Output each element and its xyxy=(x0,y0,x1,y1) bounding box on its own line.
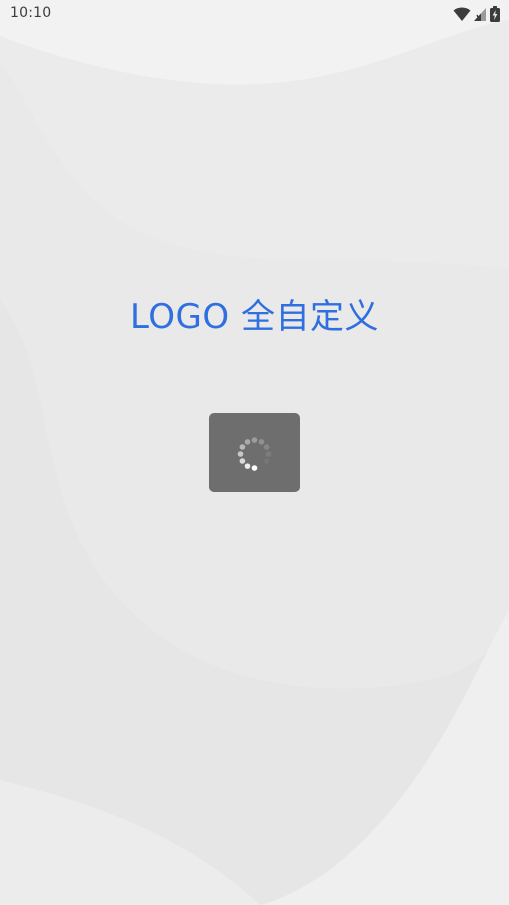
loading-spinner-icon xyxy=(237,437,272,471)
spinner-dot xyxy=(239,458,246,464)
status-icons xyxy=(453,5,501,23)
spinner-dot xyxy=(265,451,272,457)
spinner-dot xyxy=(258,463,265,469)
logo-text: LOGO 全自定义 xyxy=(130,297,379,337)
spinner-dot xyxy=(251,437,258,443)
spinner-dot xyxy=(244,463,251,469)
status-bar: 10:10 xyxy=(0,0,509,28)
spinner-dot xyxy=(251,465,258,471)
cell-signal-icon xyxy=(474,8,486,21)
splash-screen: 10:10 LOGO 全自定义 xyxy=(0,0,509,905)
status-time: 10:10 xyxy=(10,5,52,21)
spinner-dot xyxy=(237,451,244,457)
spinner-dot xyxy=(244,439,251,445)
wifi-icon xyxy=(453,7,471,21)
loading-indicator xyxy=(209,413,300,492)
spinner-dot xyxy=(258,439,265,445)
spinner-dot xyxy=(239,444,246,450)
spinner-dot xyxy=(263,444,270,450)
battery-charging-icon xyxy=(490,6,500,22)
spinner-dot xyxy=(263,458,270,464)
